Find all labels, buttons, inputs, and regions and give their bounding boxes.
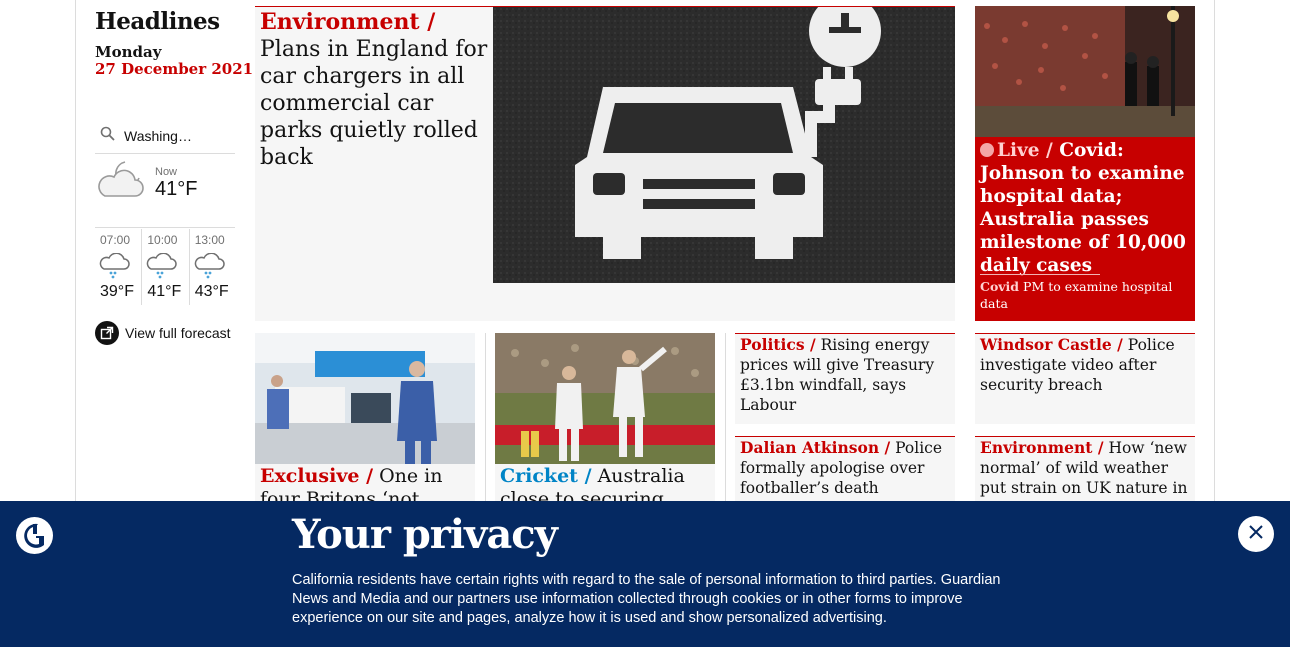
close-button[interactable]: [1238, 516, 1274, 552]
weather-location-search[interactable]: Washing…: [95, 118, 235, 154]
forecast-row: 07:00 39°F 10:00 41°F 13:00 43°F: [95, 229, 237, 305]
story-kicker: Politics /: [740, 335, 816, 354]
live-story-card[interactable]: Live / Covid: Johnson to examine hospita…: [975, 6, 1195, 321]
main-story-title: Plans in England for car chargers in all…: [260, 37, 488, 170]
weather-now-temp: 41°F: [155, 178, 198, 200]
forecast-time: 10:00: [147, 233, 178, 247]
story-headline: Windsor Castle / Police investigate vide…: [975, 334, 1195, 395]
weather-now: Now 41°F: [95, 158, 235, 228]
view-full-forecast-label: View full forecast: [125, 325, 231, 341]
main-story-image: [493, 7, 955, 283]
live-sublink[interactable]: Covid PM to examine hospital data: [980, 278, 1190, 312]
rain-cloud-icon: [98, 252, 132, 283]
forecast-cell: 13:00 43°F: [190, 229, 237, 305]
live-sublink-kicker: Covid: [980, 279, 1020, 294]
forecast-temp: 43°F: [194, 283, 229, 300]
story-kicker: Cricket /: [500, 465, 592, 487]
story-kicker: Environment /: [980, 438, 1104, 457]
rain-cloud-icon: [145, 252, 179, 283]
divider: [980, 274, 1100, 275]
day-name: Monday: [95, 43, 162, 61]
live-story-image: [975, 6, 1195, 137]
view-full-forecast-link[interactable]: View full forecast: [95, 321, 231, 345]
story-card[interactable]: Environment / How ‘new normal’ of wild w…: [975, 436, 1195, 506]
weather-now-label: Now: [155, 166, 178, 178]
story-image: [495, 333, 715, 464]
date-text: 27 December 2021: [95, 60, 254, 78]
privacy-banner: Your privacy California residents have c…: [0, 501, 1290, 647]
forecast-time: 13:00: [194, 233, 225, 247]
live-story-headline: Live / Covid: Johnson to examine hospita…: [980, 139, 1194, 277]
search-icon: [100, 126, 116, 146]
section-title: Headlines: [95, 8, 220, 35]
external-link-icon: [95, 321, 119, 345]
story-headline: Environment / How ‘new normal’ of wild w…: [975, 437, 1195, 498]
story-card[interactable]: Dalian Atkinson / Police formally apolog…: [735, 436, 955, 506]
main-story-headline: Environment / Plans in England for car c…: [260, 9, 488, 171]
main-story-kicker: Environment /: [260, 9, 436, 35]
forecast-temp: 41°F: [147, 283, 182, 300]
story-kicker: Windsor Castle /: [980, 335, 1123, 354]
divider: [485, 333, 486, 503]
story-card[interactable]: Cricket / Australia close to securing As…: [495, 333, 715, 503]
story-headline: Exclusive / One in four Britons ‘not con…: [260, 465, 475, 503]
story-card[interactable]: Windsor Castle / Police investigate vide…: [975, 333, 1195, 424]
story-card[interactable]: Politics / Rising energy prices will giv…: [735, 333, 955, 424]
forecast-cell: 10:00 41°F: [142, 229, 190, 305]
story-headline: Politics / Rising energy prices will giv…: [735, 334, 955, 415]
divider: [725, 333, 726, 503]
story-image: [255, 333, 475, 464]
forecast-time: 07:00: [100, 233, 131, 247]
story-card[interactable]: Exclusive / One in four Britons ‘not con…: [255, 333, 475, 503]
partly-cloudy-icon: [95, 158, 147, 206]
forecast-cell: 07:00 39°F: [95, 229, 143, 305]
guardian-logo-icon: [16, 517, 53, 554]
story-kicker: Exclusive /: [260, 465, 374, 487]
story-headline: Cricket / Australia close to securing As…: [500, 465, 715, 503]
forecast-temp: 39°F: [100, 283, 134, 300]
main-story-card[interactable]: Environment / Plans in England for car c…: [255, 6, 955, 321]
weather-location: Washing…: [124, 127, 192, 144]
live-kicker: Live /: [997, 140, 1053, 161]
live-indicator-icon: [980, 143, 994, 157]
privacy-body: California residents have certain rights…: [292, 572, 1001, 626]
rain-cloud-icon: [193, 252, 227, 283]
story-headline: Dalian Atkinson / Police formally apolog…: [735, 437, 955, 498]
privacy-title: Your privacy: [292, 511, 558, 558]
story-kicker: Dalian Atkinson /: [740, 438, 891, 457]
close-icon: [1248, 524, 1264, 544]
